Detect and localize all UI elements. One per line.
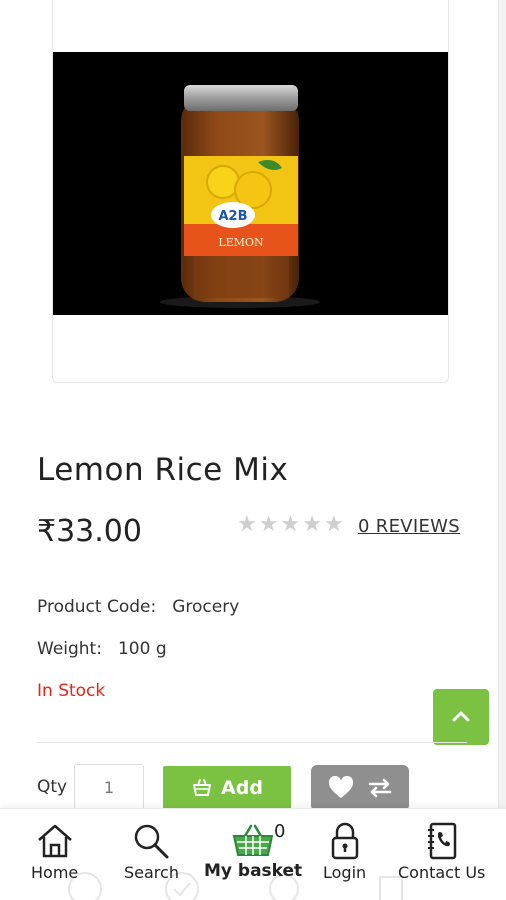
star-icon: ★ bbox=[258, 512, 279, 537]
phone-book-icon bbox=[427, 822, 456, 860]
basket-icon bbox=[232, 824, 274, 856]
lock-icon bbox=[331, 822, 358, 860]
product-image[interactable]: A2B LEMON bbox=[53, 52, 448, 315]
spec-weight: Weight: 100 g bbox=[37, 639, 167, 659]
star-icon: ★ bbox=[280, 512, 301, 537]
chevron-up-icon bbox=[452, 711, 470, 722]
nav-login[interactable]: Login bbox=[323, 809, 366, 882]
jar-label-text: LEMON bbox=[218, 236, 264, 249]
nav-label: Search bbox=[124, 863, 179, 882]
star-icon: ★ bbox=[323, 512, 344, 537]
brand-logo-text: A2B bbox=[218, 209, 247, 224]
product-price: ₹33.00 bbox=[37, 514, 142, 549]
reviews-link[interactable]: 0 REVIEWS bbox=[358, 516, 460, 537]
spec-value: 100 g bbox=[117, 639, 167, 659]
search-icon bbox=[135, 824, 169, 859]
star-icon: ★ bbox=[302, 512, 322, 537]
scroll-to-top-button[interactable] bbox=[433, 689, 489, 745]
nav-label: Login bbox=[323, 863, 367, 882]
nav-my-basket[interactable]: My basket bbox=[204, 809, 302, 881]
basket-count-badge: 0 bbox=[274, 821, 286, 842]
spec-label: Weight: bbox=[37, 639, 102, 659]
nav-search[interactable]: Search bbox=[124, 809, 179, 882]
spec-product-code: Product Code: Grocery bbox=[37, 597, 239, 617]
quantity-input[interactable] bbox=[74, 764, 144, 810]
home-icon bbox=[37, 824, 72, 858]
spec-label: Product Code: bbox=[37, 597, 157, 617]
nav-home[interactable]: Home bbox=[31, 809, 78, 882]
add-to-basket-button[interactable]: Add bbox=[163, 766, 291, 810]
compare-icon[interactable] bbox=[367, 777, 393, 799]
heart-icon[interactable] bbox=[328, 776, 354, 800]
wishlist-compare-group bbox=[311, 765, 409, 811]
nav-contact-us[interactable]: Contact Us bbox=[398, 809, 485, 882]
rating-stars[interactable]: ★ ★ ★ ★ ★ bbox=[237, 513, 344, 537]
product-title: Lemon Rice Mix bbox=[37, 452, 289, 488]
nav-label: My basket bbox=[204, 861, 303, 881]
bottom-navigation: Home Search My basket 0 Login Contact Us bbox=[0, 808, 506, 900]
basket-icon bbox=[193, 779, 212, 796]
spec-value: Grocery bbox=[172, 597, 240, 617]
stock-status: In Stock bbox=[37, 681, 106, 701]
product-jar-illustration: A2B LEMON bbox=[160, 85, 320, 308]
nav-label: Home bbox=[31, 863, 79, 882]
add-button-label: Add bbox=[221, 777, 263, 799]
section-divider bbox=[37, 742, 467, 743]
qty-label: Qty bbox=[37, 777, 68, 797]
page-scrollbar[interactable] bbox=[498, 0, 506, 900]
star-icon: ★ bbox=[237, 512, 257, 537]
nav-label: Contact Us bbox=[398, 863, 486, 882]
